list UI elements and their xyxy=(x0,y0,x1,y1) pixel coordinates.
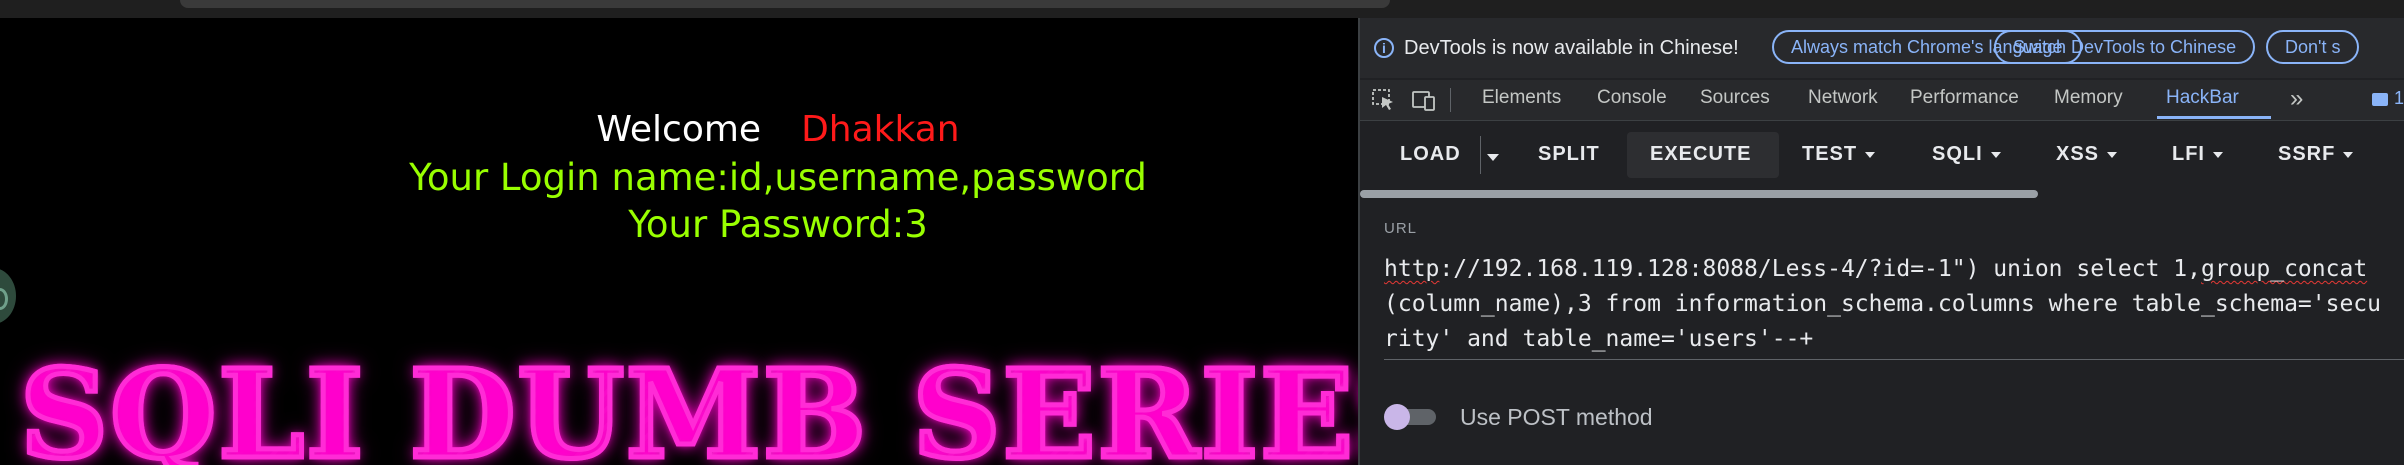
caret-down-icon xyxy=(2213,151,2223,158)
load-dropdown-caret-icon[interactable] xyxy=(1487,154,1499,161)
login-name-text: Your Login name:id,username,password xyxy=(409,156,1147,199)
address-bar-edge xyxy=(180,0,1390,8)
infobar-message: DevTools is now available in Chinese! xyxy=(1404,37,1739,59)
caret-down-icon xyxy=(1990,151,2001,158)
issues-icon xyxy=(2372,92,2388,106)
url-label: URL xyxy=(1384,220,1418,237)
more-tabs-icon[interactable]: » xyxy=(2290,85,2303,113)
tab-sources[interactable]: Sources xyxy=(1700,87,1770,109)
lfi-label: LFI xyxy=(2172,143,2205,165)
devtools-panel: i DevTools is now available in Chinese! … xyxy=(1358,18,2404,465)
url-tail: (column_name),3 from information_schema.… xyxy=(1384,291,2381,352)
url-field-underline xyxy=(1384,359,2404,360)
caret-down-icon xyxy=(1865,151,1876,158)
welcome-text: Welcome xyxy=(596,109,762,150)
xss-label: XSS xyxy=(2056,143,2100,165)
device-toolbar-icon[interactable] xyxy=(1412,89,1436,111)
active-tab-indicator xyxy=(2157,116,2271,119)
tab-console[interactable]: Console xyxy=(1597,87,1667,109)
inspect-element-icon[interactable] xyxy=(1372,89,1396,111)
load-button[interactable]: LOAD xyxy=(1400,136,1461,172)
xss-menu-button[interactable]: XSS xyxy=(2056,136,2118,172)
issues-count: 1 xyxy=(2394,88,2404,108)
password-text: Your Password:3 xyxy=(628,203,928,246)
switch-devtools-chinese-button[interactable]: Switch DevTools to Chinese xyxy=(1994,30,2256,64)
url-body: ://192.168.119.128:8088/Less-4/?id=-1") … xyxy=(1439,256,2201,282)
post-method-toggle[interactable] xyxy=(1384,404,1438,430)
tab-hackbar[interactable]: HackBar xyxy=(2166,87,2239,109)
test-label: TEST xyxy=(1802,143,1858,165)
sqli-label: SQLI xyxy=(1932,143,1983,165)
browser-top-strip xyxy=(0,0,2404,18)
language-infobar: i DevTools is now available in Chinese! … xyxy=(1360,18,2404,78)
welcome-line: Welcome Dhakkan xyxy=(0,109,1358,150)
ssrf-label: SSRF xyxy=(2278,143,2336,165)
tab-network[interactable]: Network xyxy=(1808,87,1878,109)
horizontal-scrollbar[interactable] xyxy=(1360,190,2038,198)
load-separator xyxy=(1480,136,1481,174)
web-page: Welcome Dhakkan Your Login name:id,userna… xyxy=(0,18,1358,465)
caret-down-icon xyxy=(2343,151,2354,158)
hackbar-toolbar: LOAD SPLIT EXECUTE TEST SQLI XSS LFI SSR… xyxy=(1360,122,2404,184)
execute-button[interactable]: EXECUTE xyxy=(1650,136,1751,172)
info-icon: i xyxy=(1374,38,1394,58)
toggle-knob xyxy=(1384,404,1410,430)
tab-elements[interactable]: Elements xyxy=(1482,87,1561,109)
test-menu-button[interactable]: TEST xyxy=(1802,136,1876,172)
ssrf-menu-button[interactable]: SSRF xyxy=(2278,136,2354,172)
post-method-label: Use POST method xyxy=(1460,404,1653,430)
user-name-text: Dhakkan xyxy=(801,109,960,150)
dont-show-again-button[interactable]: Don't s xyxy=(2266,30,2360,64)
tab-performance[interactable]: Performance xyxy=(1910,87,2019,109)
url-group-concat: group_concat xyxy=(2201,256,2368,282)
tab-bar-separator xyxy=(1450,88,1451,112)
split-button[interactable]: SPLIT xyxy=(1538,136,1600,172)
lfi-menu-button[interactable]: LFI xyxy=(2172,136,2223,172)
sqli-banner-logo: SQLI DUMB SERIES xyxy=(17,340,1358,465)
tab-memory[interactable]: Memory xyxy=(2054,87,2123,109)
issues-counter[interactable]: 1 xyxy=(2372,88,2404,109)
url-input[interactable]: http://192.168.119.128:8088/Less-4/?id=-… xyxy=(1384,252,2394,357)
url-prefix: http xyxy=(1384,256,1440,282)
caret-down-icon xyxy=(2107,151,2118,158)
devtools-tab-bar: Elements Console Sources Network Perform… xyxy=(1360,80,2404,121)
floating-side-button[interactable] xyxy=(0,268,16,324)
sqli-menu-button[interactable]: SQLI xyxy=(1932,136,2001,172)
